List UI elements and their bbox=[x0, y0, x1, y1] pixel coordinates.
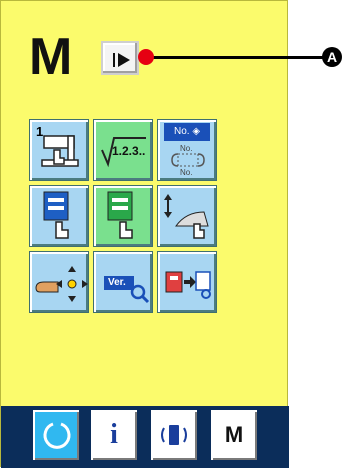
callout-line bbox=[144, 56, 324, 59]
next-page-button[interactable] bbox=[101, 41, 139, 75]
reset-button[interactable] bbox=[33, 410, 79, 460]
pattern-edit-button-1[interactable] bbox=[29, 185, 89, 247]
play-arrow-icon bbox=[113, 53, 130, 67]
sequence-number-button[interactable]: 1.2.3.. bbox=[93, 119, 153, 181]
tile-label: Ver. bbox=[108, 277, 126, 288]
tile-sublabel: No. bbox=[180, 144, 193, 153]
reset-icon bbox=[43, 422, 71, 449]
callout-dot bbox=[138, 49, 154, 65]
tile-label: 1.2.3.. bbox=[112, 144, 146, 158]
callout-marker: A bbox=[322, 47, 342, 67]
sewing-data-1-button[interactable]: 1 bbox=[29, 119, 89, 181]
data-copy-icon bbox=[165, 271, 211, 299]
bottom-toolbar: i M bbox=[1, 406, 289, 468]
mode-button[interactable]: M bbox=[211, 410, 257, 460]
pattern-hand-green-icon bbox=[107, 191, 133, 239]
bobbin-arrows-icon bbox=[35, 266, 88, 302]
pattern-hand-icon bbox=[43, 191, 69, 239]
tile-label: 1 bbox=[36, 124, 44, 139]
pattern-number-button[interactable]: No. ◈ No. No. bbox=[157, 119, 217, 181]
mode-icon: M bbox=[224, 422, 244, 447]
communication-icon bbox=[161, 425, 187, 445]
version-info-button[interactable]: Ver. bbox=[93, 251, 153, 313]
mode-title: M bbox=[29, 28, 73, 86]
presser-adjust-button[interactable] bbox=[157, 185, 217, 247]
tile-sublabel: No. bbox=[180, 168, 193, 177]
function-button-grid: 1 1.2.3.. No. ◈ No. No. Ver. bbox=[29, 119, 217, 379]
info-icon: i bbox=[110, 419, 118, 450]
mode-screen: M 1 1.2.3.. No. ◈ No. No. Ver. i M bbox=[0, 0, 289, 468]
communication-button[interactable] bbox=[151, 410, 197, 460]
info-button[interactable]: i bbox=[91, 410, 137, 460]
data-copy-button[interactable] bbox=[157, 251, 217, 313]
bobbin-move-button[interactable] bbox=[29, 251, 89, 313]
pattern-edit-button-2[interactable] bbox=[93, 185, 153, 247]
presser-hand-icon bbox=[164, 194, 209, 239]
